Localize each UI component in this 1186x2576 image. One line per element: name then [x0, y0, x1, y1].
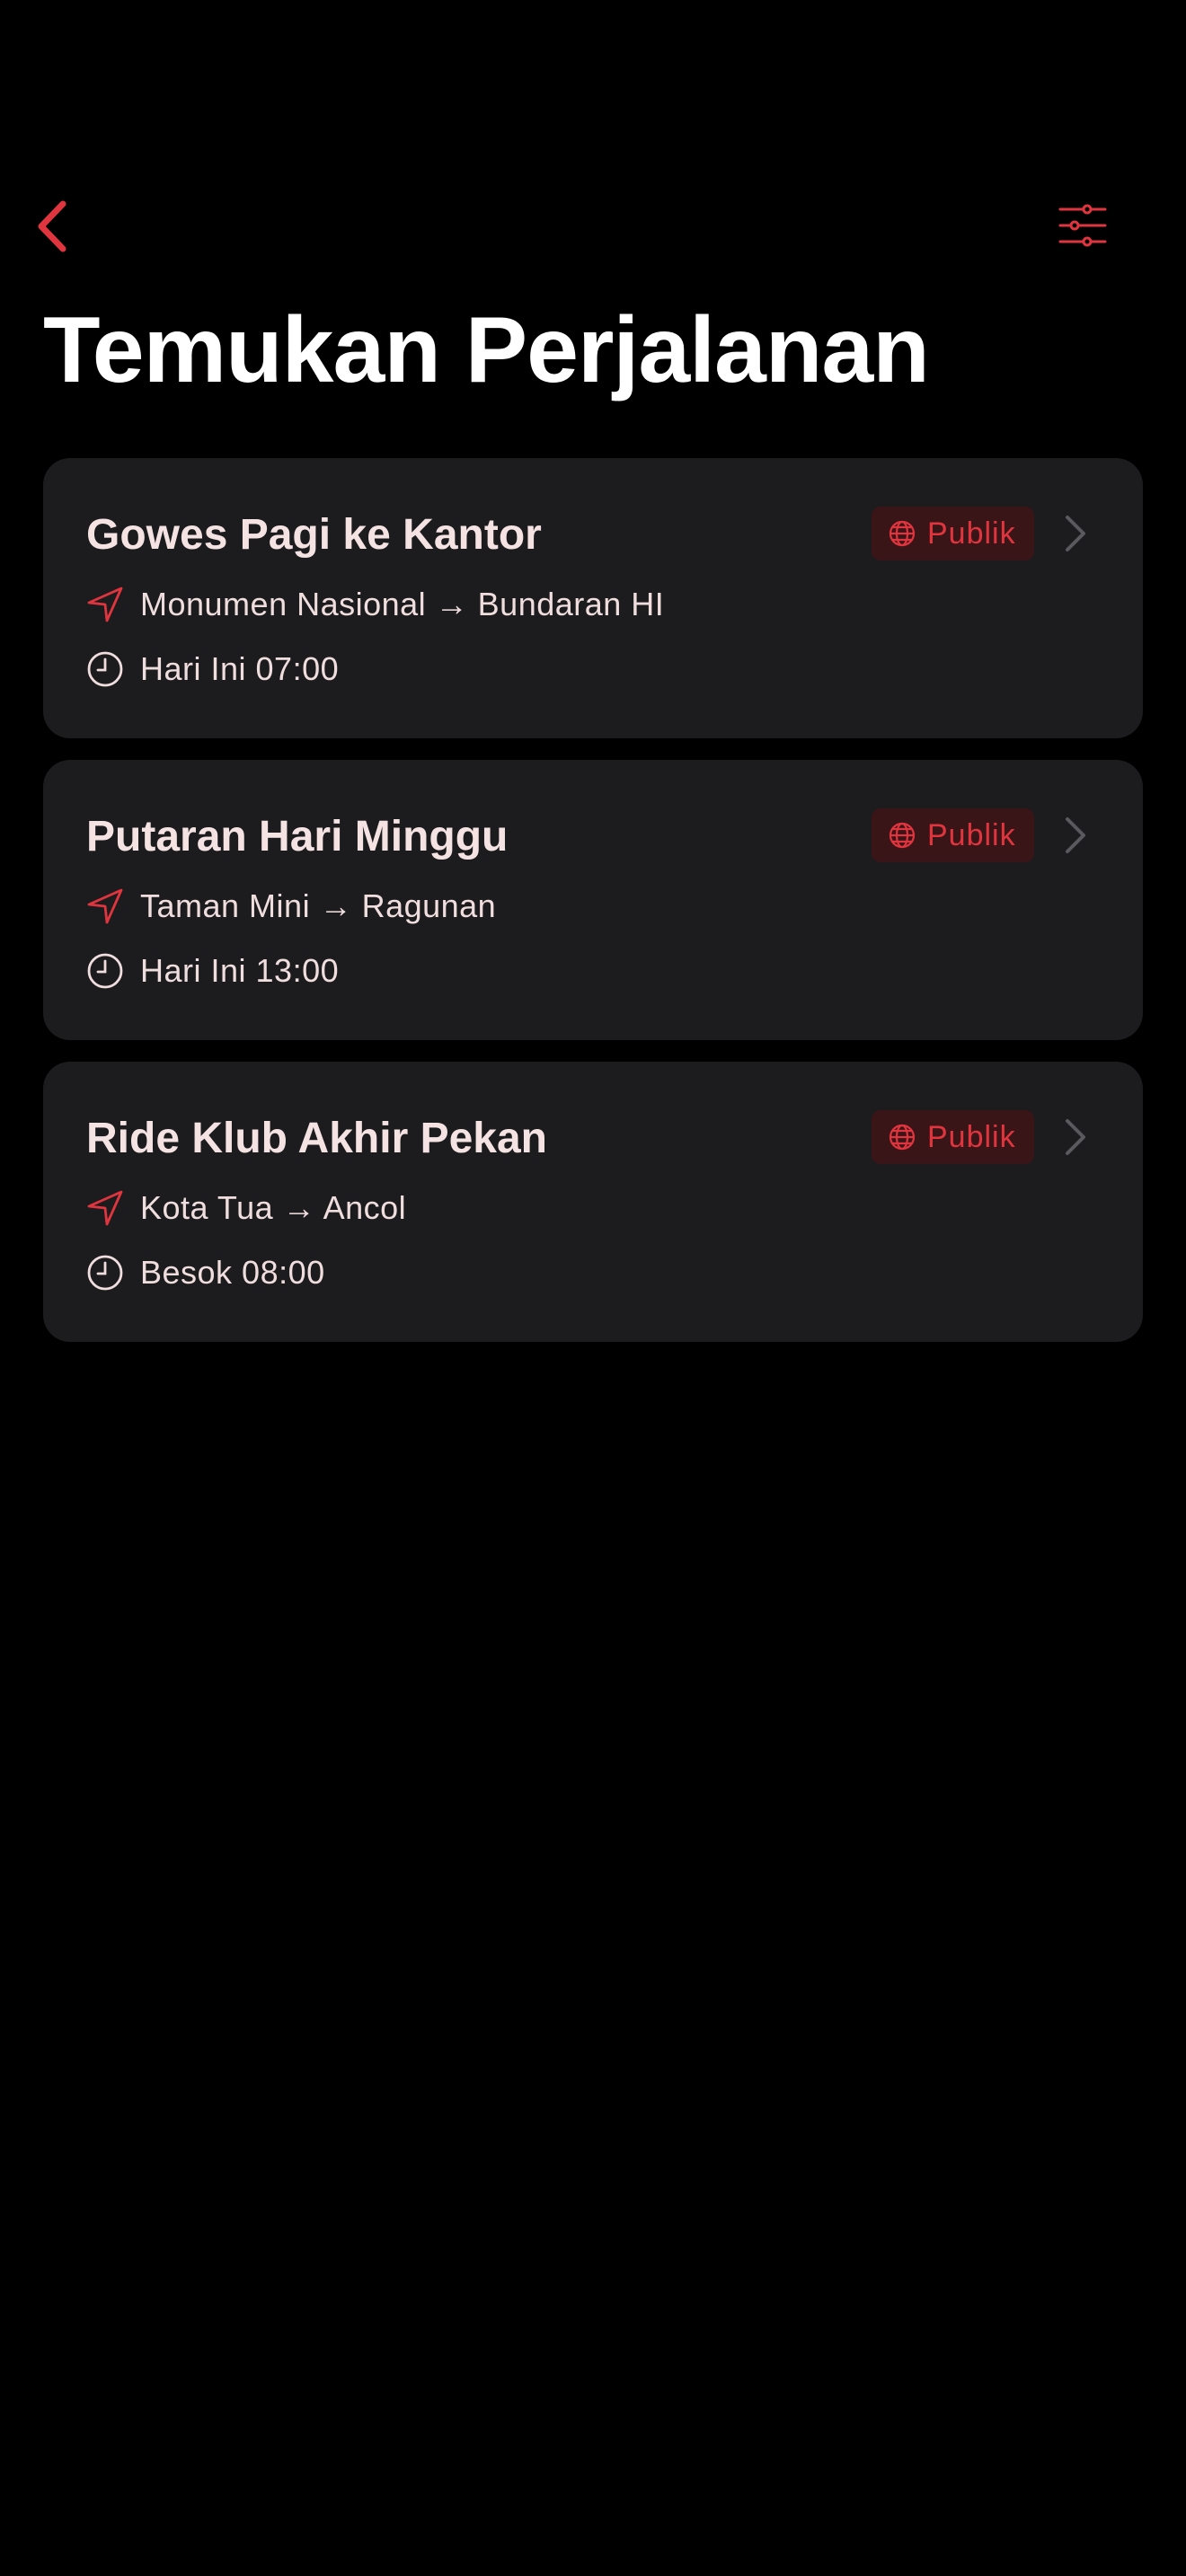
route-text: Kota Tua → Ancol: [140, 1189, 407, 1226]
visibility-badge: Publik: [872, 808, 1034, 862]
time-row: Besok 08:00: [86, 1254, 325, 1292]
clock-icon: [87, 953, 123, 989]
chevron-right-icon: [1066, 1119, 1085, 1155]
route-text: Monumen Nasional → Bundaran HI: [140, 586, 665, 622]
badge-label: Publik: [927, 817, 1016, 852]
globe-icon: [889, 1124, 916, 1151]
time-text: Besok 08:00: [140, 1254, 325, 1291]
globe-icon: [889, 520, 916, 547]
visibility-badge: Publik: [872, 1110, 1034, 1164]
clock-icon: [87, 651, 123, 687]
clock-icon: [87, 1255, 123, 1291]
filter-button[interactable]: [1053, 198, 1112, 253]
time-row: Hari Ini 13:00: [86, 952, 339, 990]
chevron-right-icon: [1066, 817, 1085, 853]
ride-title: Ride Klub Akhir Pekan: [86, 1115, 547, 1162]
ride-title: Putaran Hari Minggu: [86, 813, 509, 860]
ride-card[interactable]: Ride Klub Akhir Pekan Publik Kota Tua → …: [43, 1062, 1143, 1342]
back-button[interactable]: [31, 196, 74, 257]
ride-card[interactable]: Gowes Pagi ke Kantor Publik Monumen Nasi…: [43, 458, 1143, 738]
badge-label: Publik: [927, 1119, 1016, 1154]
globe-icon: [889, 822, 916, 849]
sliders-icon: [1058, 204, 1107, 247]
ride-list: Gowes Pagi ke Kantor Publik Monumen Nasi…: [43, 458, 1143, 1363]
navigation-bar: [0, 180, 1186, 269]
badge-label: Publik: [927, 516, 1016, 551]
ride-card[interactable]: Putaran Hari Minggu Publik Taman Mini → …: [43, 760, 1143, 1040]
chevron-right-icon: [1066, 516, 1085, 551]
route-row: Monumen Nasional → Bundaran HI: [86, 586, 664, 623]
time-text: Hari Ini 13:00: [140, 952, 340, 989]
time-row: Hari Ini 07:00: [86, 650, 339, 688]
ride-title: Gowes Pagi ke Kantor: [86, 511, 542, 559]
location-arrow-icon: [87, 587, 123, 622]
route-row: Kota Tua → Ancol: [86, 1189, 406, 1227]
route-row: Taman Mini → Ragunan: [86, 887, 496, 925]
route-text: Taman Mini → Ragunan: [140, 887, 497, 924]
visibility-badge: Publik: [872, 507, 1034, 560]
chevron-left-icon: [38, 200, 66, 252]
location-arrow-icon: [87, 888, 123, 924]
page-title: Temukan Perjalanan: [43, 298, 930, 402]
location-arrow-icon: [87, 1190, 123, 1226]
time-text: Hari Ini 07:00: [140, 650, 340, 687]
